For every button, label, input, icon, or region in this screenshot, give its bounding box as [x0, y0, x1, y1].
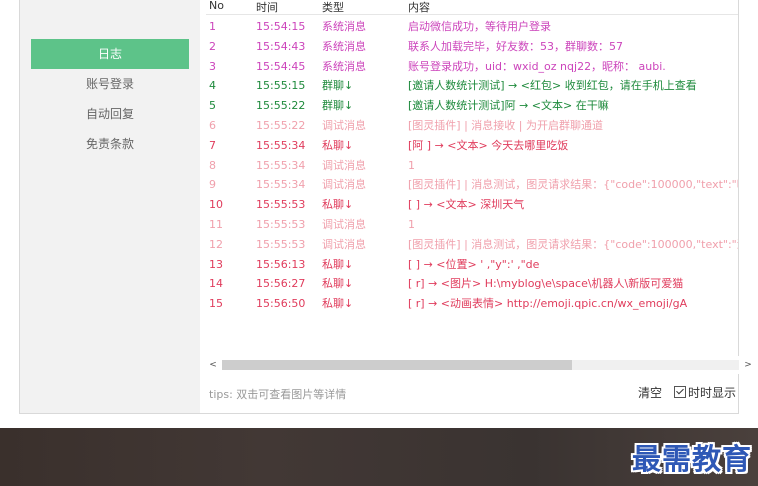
sidebar-item-auto-reply[interactable]: 自动回复 — [31, 99, 189, 129]
column-header-no[interactable]: No — [209, 0, 224, 12]
row-content: [图灵插件] | 消息测试，图灵请求结果：{"code":100000,"tex… — [408, 237, 738, 251]
table-row[interactable]: 5 15:55:22 群聊↓ [邀请人数统计测试]阿 → <文本> 在干嘛 — [206, 96, 738, 116]
column-header-time[interactable]: 时间 — [256, 0, 278, 15]
row-type: 系统消息 — [322, 20, 366, 33]
row-content: [图灵插件] | 消息接收 | 为开启群聊通道 — [408, 119, 603, 132]
row-type: 调试消息 — [322, 218, 366, 231]
table-row[interactable]: 12 15:55:53 调试消息 [图灵插件] | 消息测试，图灵请求结果：{"cod… — [206, 235, 738, 255]
row-time: 15:54:15 — [256, 20, 306, 33]
column-header-content[interactable]: 内容 — [408, 0, 430, 15]
time-display-checkbox[interactable] — [674, 386, 686, 398]
sidebar-item-log[interactable]: 日志 — [31, 39, 189, 69]
row-content: [阿 ] → <文本> 今天去哪里吃饭 — [408, 138, 569, 152]
row-no: 9 — [209, 178, 216, 192]
row-time: 15:55:15 — [256, 79, 306, 93]
row-no: 11 — [209, 218, 223, 231]
table-row[interactable]: 4 15:55:15 群聊↓ [邀请人数统计测试] → <红包> 收到红包，请在手机上… — [206, 76, 738, 96]
row-time: 15:55:34 — [256, 158, 306, 172]
app-window: 日志 账号登录 自动回复 免责条款 No 时间 类型 内容 1 15:54:15 系… — [19, 0, 757, 414]
scrollbar-track[interactable] — [222, 360, 739, 370]
row-content: [邀请人数统计测试]阿 → <文本> 在干嘛 — [408, 99, 609, 113]
row-time: 15:55:34 — [256, 138, 306, 152]
clear-button[interactable]: 清空 — [638, 384, 662, 401]
table-row[interactable]: 2 15:54:43 系统消息 联系人加载完毕，好友数：53，群聊数：57 — [206, 37, 738, 57]
row-type: 调试消息 — [322, 119, 366, 132]
footer-bar: tips: 双击可查看图片等详情 清空 时时显示 — [206, 376, 738, 412]
sidebar-item-account-login[interactable]: 账号登录 — [31, 69, 189, 99]
row-type: 私聊↓ — [322, 277, 354, 291]
row-type: 调试消息 — [322, 158, 366, 172]
row-content: [邀请人数统计测试] → <红包> 收到红包，请在手机上查看 — [408, 79, 697, 93]
row-content: [ r] → <动画表情> http://emoji.qpic.cn/wx_em… — [408, 297, 688, 311]
table-row[interactable]: 10 15:55:53 私聊↓ [ ] → <文本> 深圳天气 — [206, 195, 738, 215]
row-content: 1 — [408, 158, 415, 172]
row-no: 3 — [209, 59, 216, 73]
row-time: 15:55:53 — [256, 237, 306, 251]
row-type: 群聊↓ — [322, 99, 354, 113]
table-row[interactable]: 11 15:55:53 调试消息 1 — [206, 215, 738, 235]
row-no: 4 — [209, 79, 216, 93]
row-no: 7 — [209, 138, 216, 152]
row-time: 15:55:22 — [256, 119, 306, 132]
table-row[interactable]: 3 15:54:45 系统消息 账号登录成功，uid：wxid_oz nqj22，昵称… — [206, 57, 738, 77]
row-time: 15:55:53 — [256, 198, 306, 212]
tips-text: tips: 双击可查看图片等详情 — [209, 388, 347, 401]
row-type: 私聊↓ — [322, 257, 354, 271]
row-content: 联系人加载完毕，好友数：53，群聊数：57 — [408, 39, 623, 53]
row-content: [ r] → <图片> H:\myblog\e\space\机器人\新版可爱猫 — [408, 277, 684, 291]
log-table[interactable]: No 时间 类型 内容 1 15:54:15 系统消息 启动微信成功，等待用户登录 2 1… — [206, 0, 738, 354]
horizontal-scrollbar[interactable]: < > — [204, 356, 757, 374]
scrollbar-thumb[interactable] — [222, 360, 572, 370]
column-header-type[interactable]: 类型 — [322, 0, 344, 15]
table-row[interactable]: 13 15:56:13 私聊↓ [ ] → <位置> ' ,"y":' ,"de — [206, 255, 738, 275]
row-no: 14 — [209, 277, 223, 291]
table-row[interactable]: 1 15:54:15 系统消息 启动微信成功，等待用户登录 — [206, 17, 738, 37]
row-no: 1 — [209, 20, 216, 33]
row-no: 10 — [209, 198, 223, 212]
row-time: 15:55:34 — [256, 178, 306, 192]
row-time: 15:56:13 — [256, 257, 306, 271]
table-row[interactable]: 8 15:55:34 调试消息 1 — [206, 156, 738, 176]
scroll-left-arrow-icon[interactable]: < — [206, 356, 220, 374]
row-content: 启动微信成功，等待用户登录 — [408, 20, 551, 33]
row-no: 5 — [209, 99, 216, 113]
row-content: [ ] → <位置> ' ,"y":' ,"de — [408, 257, 540, 271]
row-content: 1 — [408, 218, 415, 231]
row-no: 6 — [209, 119, 216, 132]
table-row[interactable]: 14 15:56:27 私聊↓ [ r] → <图片> H:\myblog\e\spa… — [206, 274, 738, 294]
row-content: 账号登录成功，uid：wxid_oz nqj22，昵称： aubi. — [408, 59, 666, 73]
table-header: No 时间 类型 内容 — [206, 0, 738, 15]
row-type: 群聊↓ — [322, 79, 354, 93]
row-no: 8 — [209, 158, 216, 172]
row-no: 2 — [209, 39, 216, 53]
row-no: 15 — [209, 297, 223, 311]
sidebar-item-disclaimer[interactable]: 免责条款 — [31, 129, 189, 159]
table-row[interactable]: 6 15:55:22 调试消息 [图灵插件] | 消息接收 | 为开启群聊通道 — [206, 116, 738, 136]
row-time: 15:54:45 — [256, 59, 306, 73]
row-type: 调试消息 — [322, 237, 366, 251]
row-no: 12 — [209, 237, 223, 251]
row-content: [ ] → <文本> 深圳天气 — [408, 198, 525, 212]
table-row[interactable]: 7 15:55:34 私聊↓ [阿 ] → <文本> 今天去哪里吃饭 — [206, 136, 738, 156]
row-time: 15:55:53 — [256, 218, 306, 231]
row-time: 15:54:43 — [256, 39, 306, 53]
time-display-toggle[interactable]: 时时显示 — [674, 384, 736, 401]
row-time: 15:56:27 — [256, 277, 306, 291]
row-content: [图灵插件] | 消息测试，图灵请求结果：{"code":100000,"tex… — [408, 178, 738, 192]
row-no: 13 — [209, 257, 223, 271]
table-row[interactable]: 9 15:55:34 调试消息 [图灵插件] | 消息测试，图灵请求结果：{"code… — [206, 175, 738, 195]
table-row[interactable]: 15 15:56:50 私聊↓ [ r] → <动画表情> http://emoji.… — [206, 294, 738, 314]
row-type: 私聊↓ — [322, 297, 354, 311]
row-time: 15:55:22 — [256, 99, 306, 113]
watermark-logo-text: 最需教育 — [631, 442, 752, 476]
row-type: 系统消息 — [322, 59, 366, 73]
sidebar: 日志 账号登录 自动回复 免责条款 — [20, 0, 200, 413]
scroll-right-arrow-icon[interactable]: > — [741, 356, 755, 374]
time-display-label: 时时显示 — [688, 386, 737, 400]
row-type: 调试消息 — [322, 178, 366, 192]
row-time: 15:56:50 — [256, 297, 306, 311]
row-type: 私聊↓ — [322, 138, 354, 152]
row-type: 私聊↓ — [322, 198, 354, 212]
row-type: 系统消息 — [322, 39, 366, 53]
